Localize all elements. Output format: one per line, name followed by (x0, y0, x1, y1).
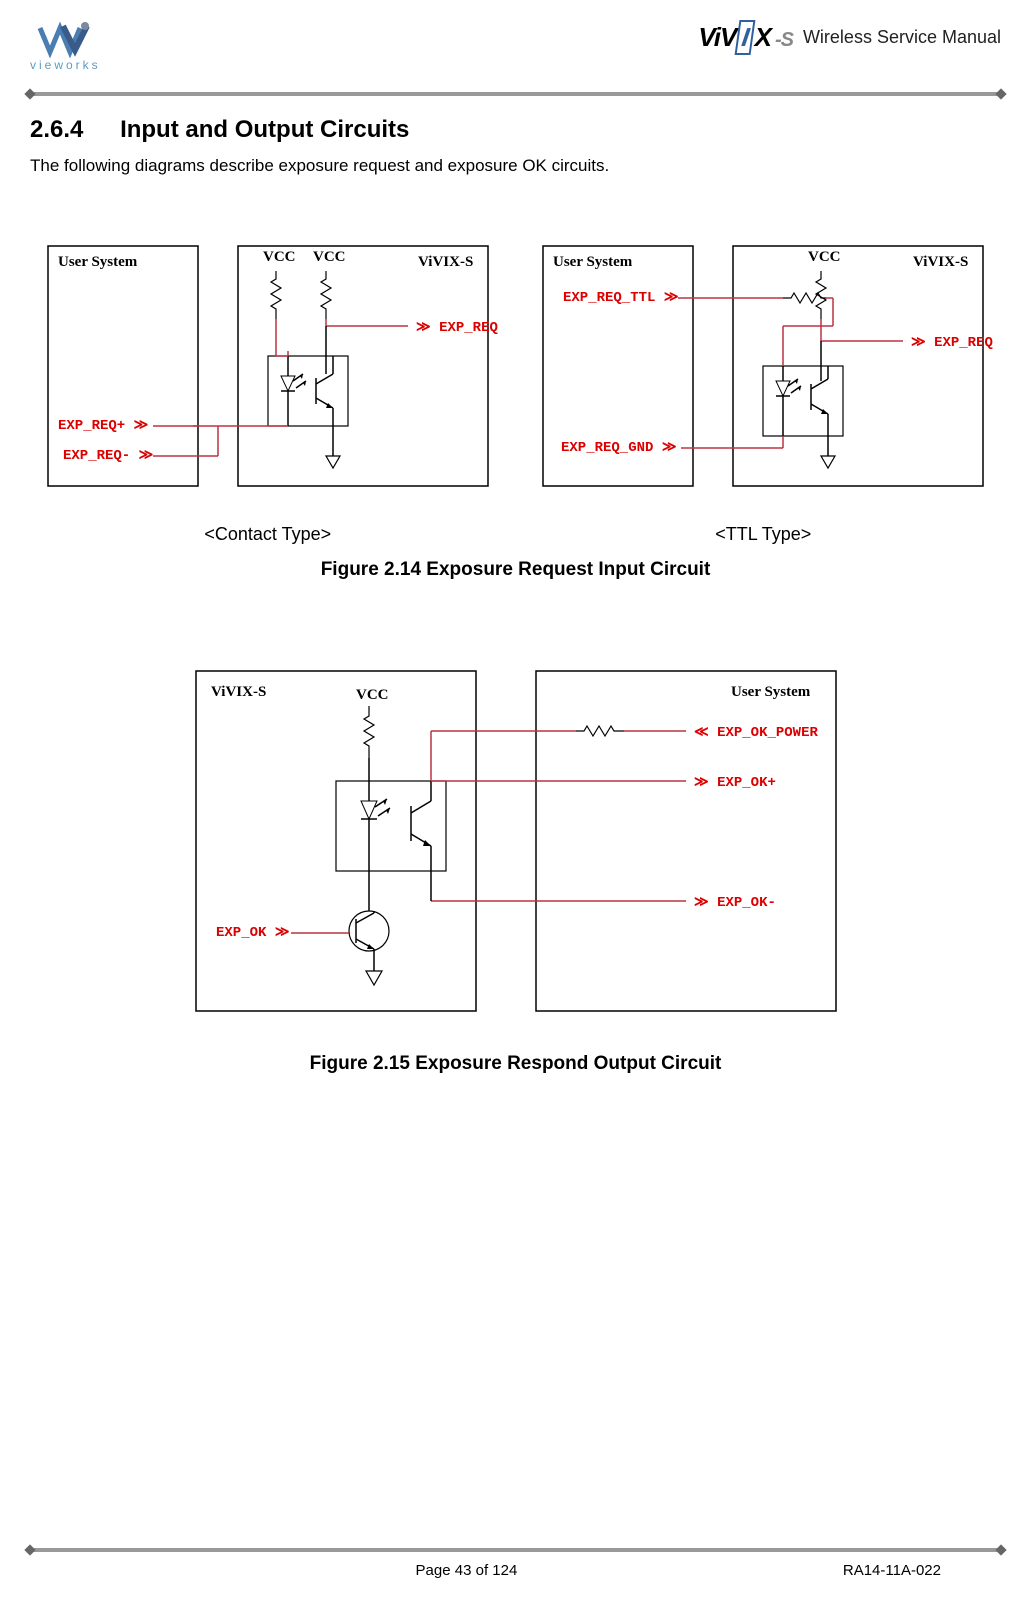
brand-text: vieworks (30, 58, 101, 72)
svg-text:User System: User System (553, 254, 633, 270)
ttl-type-caption: <TTL Type> (715, 524, 811, 545)
svg-text:≪ EXP_OK_POWER: ≪ EXP_OK_POWER (694, 725, 818, 741)
exp-req-plus: EXP_REQ+ ≫ (58, 418, 148, 434)
section-heading: 2.6.4 Input and Output Circuits (30, 116, 1001, 144)
page-number: Page 43 of 124 (416, 1562, 518, 1579)
section-number: 2.6.4 (30, 116, 83, 143)
vieworks-w-icon (35, 20, 95, 60)
ttl-type-diagram: User System ViVIX-S VCC ≫ EXP_REQ EXP_RE… (526, 226, 1002, 545)
vcc2: VCC (313, 249, 346, 265)
section-intro: The following diagrams describe exposure… (30, 156, 1001, 176)
svg-text:VCC: VCC (808, 249, 841, 265)
page-header: vieworks ViVIX-S Wireless Service Manual (30, 20, 1001, 90)
exp-req-signal: ≫ EXP_REQ (416, 320, 498, 336)
svg-text:ViVIX-S: ViVIX-S (913, 254, 968, 270)
doc-title: Wireless Service Manual (803, 27, 1001, 48)
svg-text:≫ EXP_OK+: ≫ EXP_OK+ (694, 775, 776, 791)
svg-text:≫ EXP_OK-: ≫ EXP_OK- (694, 895, 776, 911)
svg-text:EXP_OK ≫: EXP_OK ≫ (216, 925, 289, 941)
figure-215-title: Figure 2.15 Exposure Respond Output Circ… (30, 1053, 1001, 1075)
svg-text:EXP_REQ_TTL ≫: EXP_REQ_TTL ≫ (563, 290, 678, 306)
figure-215-diagram: ViVIX-S User System VCC ≪ EXP_OK_POWER ≫… (30, 651, 1001, 1031)
section-title: Input and Output Circuits (120, 116, 409, 143)
product-title-block: ViVIX-S Wireless Service Manual (698, 20, 1001, 55)
vcc1: VCC (263, 249, 296, 265)
contact-type-diagram: User System ViVIX-S VCC VCC ≫ EXP_REQ (30, 226, 506, 545)
header-divider (30, 92, 1001, 96)
vivix-suffix: -S (775, 29, 793, 51)
figure-214-row: User System ViVIX-S VCC VCC ≫ EXP_REQ (30, 226, 1001, 545)
brand-logo: vieworks (30, 20, 101, 72)
vivix-label: ViVIX-S (418, 254, 473, 270)
contact-type-caption: <Contact Type> (204, 524, 331, 545)
vivix-logo: ViVIX-S (698, 20, 793, 55)
svg-text:User System: User System (731, 684, 811, 700)
page-footer: Page 43 of 124 RA14-11A-022 (30, 1548, 1001, 1579)
footer-divider (30, 1548, 1001, 1552)
doc-number: RA14-11A-022 (843, 1562, 941, 1579)
user-system-label: User System (58, 254, 138, 270)
svg-text:EXP_REQ_GND ≫: EXP_REQ_GND ≫ (561, 440, 676, 456)
svg-text:≫ EXP_REQ: ≫ EXP_REQ (911, 335, 993, 351)
figure-214-title: Figure 2.14 Exposure Request Input Circu… (30, 559, 1001, 581)
svg-text:ViVIX-S: ViVIX-S (211, 684, 266, 700)
exp-req-minus: EXP_REQ- ≫ (63, 448, 153, 464)
svg-text:VCC: VCC (356, 687, 389, 703)
